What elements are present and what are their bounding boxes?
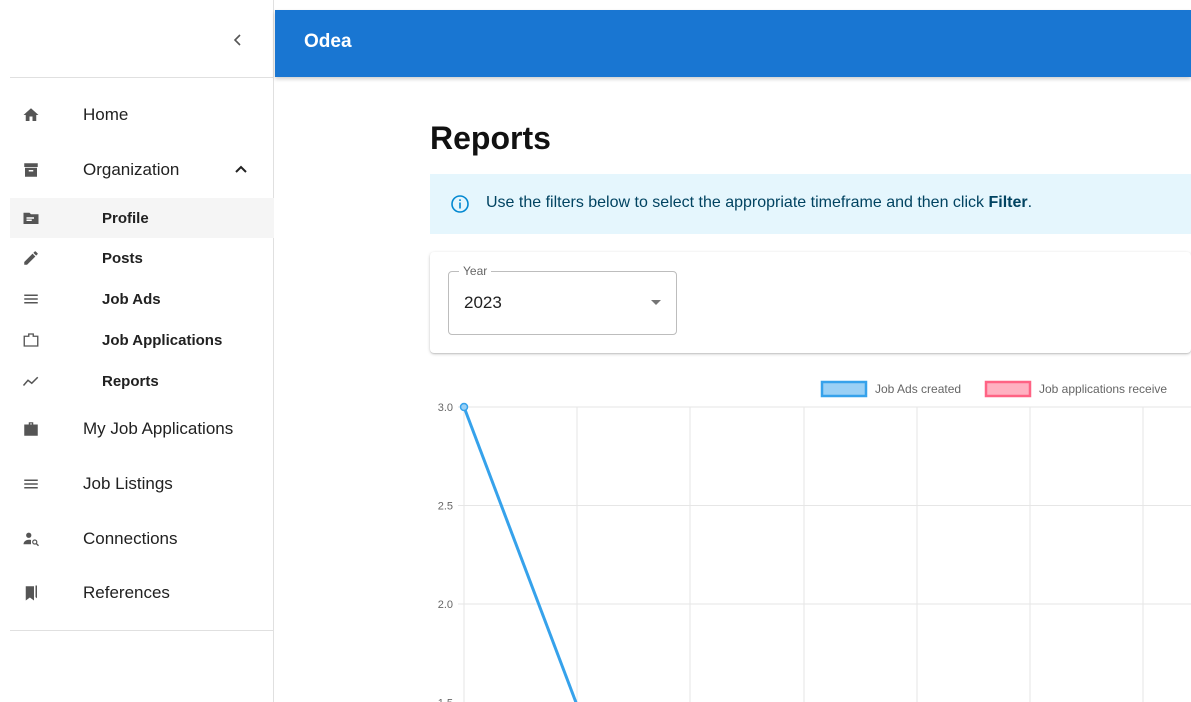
home-icon [21,105,41,125]
briefcase-icon [21,419,41,439]
chevron-left-icon [233,34,241,46]
sidebar-item-home[interactable]: Home [10,99,274,131]
sidebar-item-job-ads[interactable]: Job Ads [10,281,274,317]
alert-text: Use the filters below to select the appr… [486,194,1032,212]
sidebar-item-label: Job Ads [102,290,161,308]
app-bar: Odea [275,10,1191,77]
sidebar-item-organization[interactable]: Organization [10,154,274,186]
sidebar: Home Organization Profile Posts Job Ads … [0,0,274,702]
info-icon [451,195,469,213]
alert-text-after: . [1027,194,1033,211]
y-tick-label: 2.0 [438,599,453,611]
list-icon [21,289,41,309]
legend-label: Job applications receive [1039,382,1167,396]
alert-text-bold: Filter [988,194,1028,211]
sidebar-item-connections[interactable]: Connections [10,522,274,556]
sidebar-item-label: Posts [102,249,143,267]
person-search-icon [21,529,41,549]
sidebar-header [10,10,274,78]
caret-down-icon [651,300,661,305]
sidebar-item-posts[interactable]: Posts [10,240,274,276]
folder-icon [21,208,41,228]
sidebar-item-job-applications[interactable]: Job Applications [10,322,274,358]
sidebar-item-profile[interactable]: Profile [10,198,274,238]
chevron-up-icon[interactable] [234,163,248,177]
sidebar-divider [10,630,274,631]
app-title[interactable]: Odea [304,31,352,53]
sidebar-item-label: My Job Applications [83,419,234,438]
year-select-label: Year [459,264,492,278]
data-point [459,402,469,412]
trending-icon [21,371,41,391]
legend-label: Job Ads created [875,382,961,396]
year-select[interactable]: Year 2023 [448,264,677,335]
y-tick-label: 2.5 [438,501,453,513]
filter-card: Year 2023 [430,252,1191,353]
chart-svg: 3.0 2.5 2.0 1.5 Job Ads created Job applicati… [438,380,1191,702]
sidebar-item-label: Home [83,105,129,124]
page-title: Reports [430,120,551,156]
pencil-icon [21,248,41,268]
archive-icon [21,160,41,180]
collapse-sidebar-button[interactable] [226,28,250,52]
sidebar-item-reports[interactable]: Reports [10,363,274,399]
year-select-value: 2023 [464,293,502,312]
info-alert: Use the filters below to select the appr… [430,174,1191,234]
sidebar-item-label: Connections [83,529,178,548]
series-line [462,406,578,702]
sidebar-item-label: Organization [83,160,180,179]
sidebar-item-references[interactable]: References [10,576,274,610]
sidebar-item-label: Job Listings [83,474,173,493]
sidebar-item-my-job-applications[interactable]: My Job Applications [10,412,274,446]
sidebar-item-label: Profile [102,209,149,227]
sidebar-item-label: Reports [102,372,159,390]
bookmarks-icon [21,583,41,603]
sidebar-item-label: Job Applications [102,331,223,349]
reports-chart: 3.0 2.5 2.0 1.5 Job Ads created Job applicati… [410,370,1191,702]
legend-swatch [820,380,868,398]
list-icon [21,474,41,494]
alert-text-before: Use the filters below to select the appr… [486,194,989,211]
legend-swatch [984,380,1032,398]
sidebar-item-label: References [83,583,170,602]
briefcase-outline-icon [21,330,41,350]
y-tick-label: 1.5 [438,698,453,702]
sidebar-item-job-listings[interactable]: Job Listings [10,467,274,501]
y-tick-label: 3.0 [438,402,453,414]
